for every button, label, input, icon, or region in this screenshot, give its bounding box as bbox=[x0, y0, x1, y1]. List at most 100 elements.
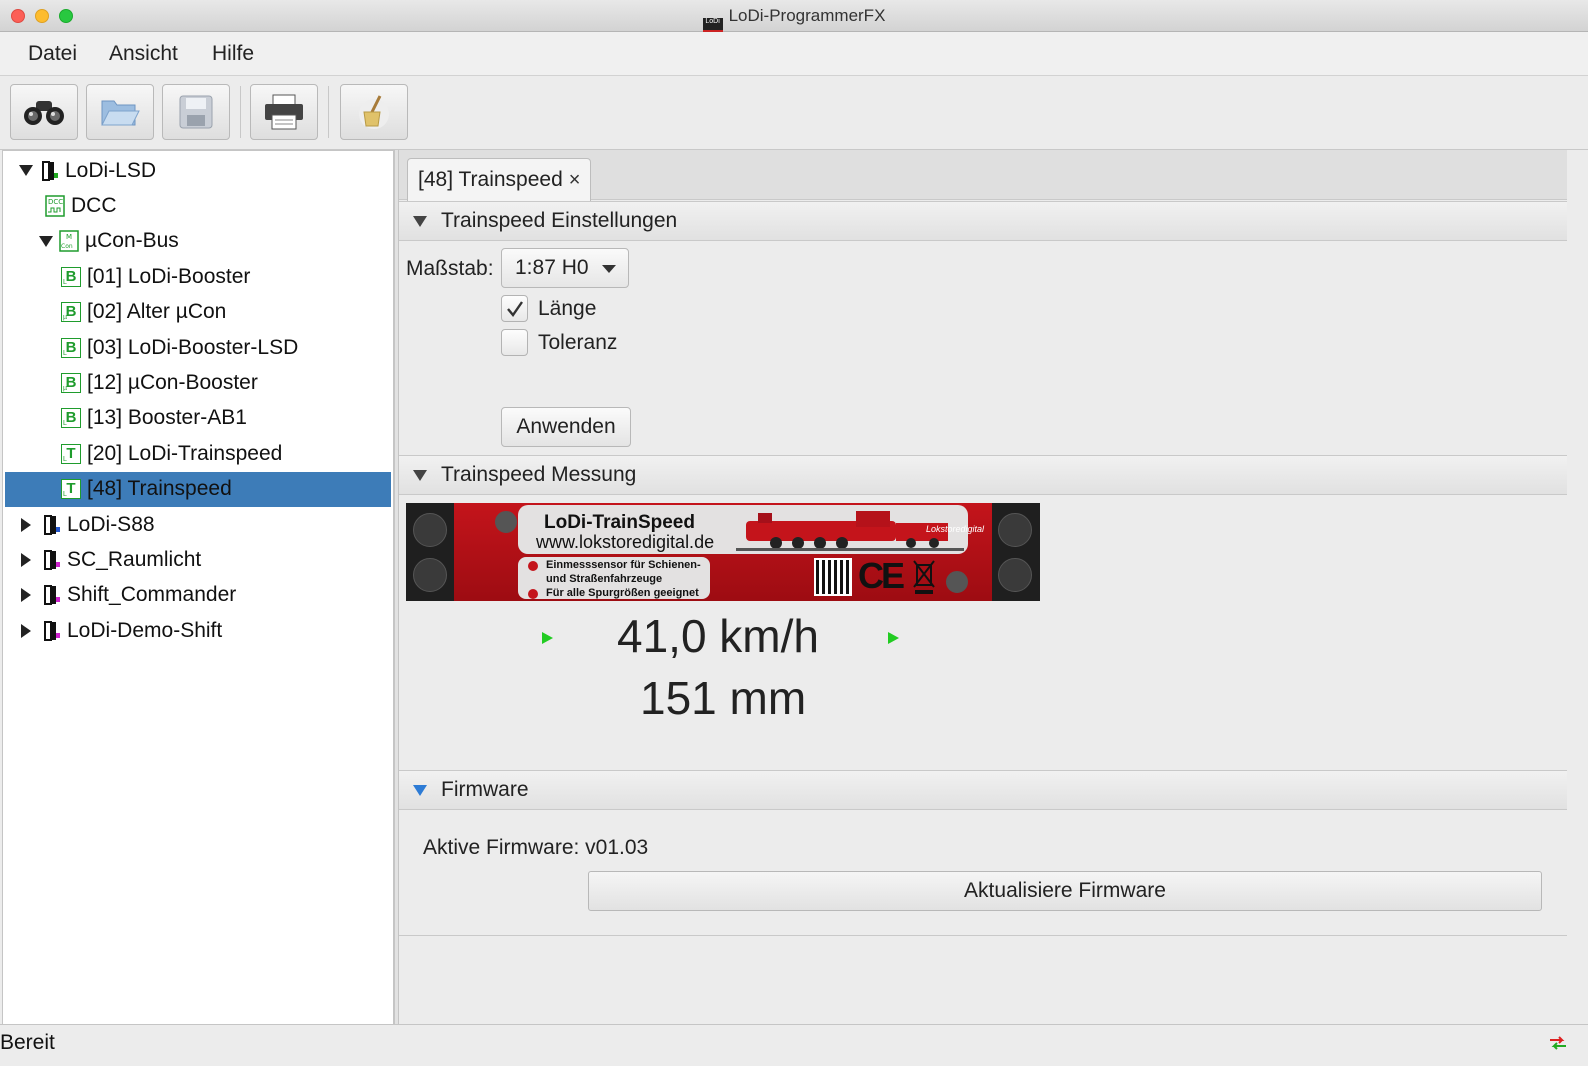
collapse-arrow-icon bbox=[413, 215, 427, 227]
device-tree[interactable]: LoDi-LSD DCC DCC M Con µCon-Bus B L [01] LoDi-Bo… bbox=[2, 150, 394, 1036]
tree-item-label: LoDi-Demo-Shift bbox=[67, 618, 223, 642]
menu-bar: Datei Ansicht Hilfe bbox=[0, 32, 1588, 76]
settings-section-header[interactable]: Trainspeed Einstellungen bbox=[399, 201, 1567, 241]
qr-code-icon bbox=[814, 558, 852, 596]
tree-item-label: [12] µCon-Booster bbox=[87, 370, 258, 394]
length-checkbox[interactable] bbox=[501, 295, 528, 322]
toolbar bbox=[0, 76, 1588, 150]
device-icon bbox=[42, 160, 58, 181]
tab-label: [48] Trainspeed bbox=[418, 168, 563, 191]
tree-item[interactable]: LoDi-Demo-Shift bbox=[5, 613, 391, 648]
tree-item[interactable]: Bµ [02] Alter µCon bbox=[5, 295, 391, 330]
device-icon bbox=[44, 514, 60, 535]
tree-item[interactable]: T L [48] Trainspeed bbox=[5, 471, 391, 507]
tab-close-icon[interactable]: × bbox=[569, 169, 581, 192]
tree-item[interactable]: Bµ [12] µCon-Booster bbox=[5, 365, 391, 400]
binoculars-icon bbox=[24, 101, 64, 125]
clear-button[interactable] bbox=[340, 84, 408, 140]
connection-arrows-icon bbox=[1550, 1036, 1566, 1050]
banner-url: www.lokstoredigital.de bbox=[536, 532, 715, 552]
tree-item[interactable]: Shift_Commander bbox=[5, 578, 391, 613]
ce-mark: CE bbox=[858, 555, 905, 596]
svg-text:Con: Con bbox=[61, 243, 73, 250]
measurement-header-label: Trainspeed Messung bbox=[441, 463, 637, 486]
banner-led bbox=[495, 511, 517, 533]
firmware-section-header[interactable]: Firmware bbox=[399, 770, 1567, 810]
weee-bin-icon bbox=[913, 560, 935, 594]
menu-hilfe[interactable]: Hilfe bbox=[212, 42, 254, 66]
tree-item[interactable]: M Con µCon-Bus bbox=[5, 224, 391, 259]
print-button[interactable] bbox=[250, 84, 318, 140]
banner-line-3: Für alle Spurgrößen geeignet bbox=[546, 587, 699, 599]
banner-led bbox=[946, 571, 968, 593]
booster-icon: BL bbox=[61, 408, 81, 429]
tab-bar: [48] Trainspeed × bbox=[399, 150, 1567, 201]
tab-trainspeed[interactable]: [48] Trainspeed × bbox=[407, 158, 592, 201]
device-icon bbox=[44, 620, 60, 641]
scale-label: Maßstab: bbox=[406, 257, 494, 280]
banner-hole bbox=[413, 558, 447, 592]
tree-item[interactable]: LoDi-LSD bbox=[5, 153, 391, 188]
apply-button[interactable]: Anwenden bbox=[501, 407, 631, 447]
tree-item[interactable]: T L [20] LoDi-Trainspeed bbox=[5, 436, 391, 471]
save-file-button[interactable] bbox=[162, 84, 230, 140]
tree-item-label: Shift_Commander bbox=[67, 583, 237, 607]
collapsed-triangle-icon[interactable] bbox=[21, 588, 31, 603]
measurement-section-header[interactable]: Trainspeed Messung bbox=[399, 455, 1567, 495]
tree-item-label: µCon-Bus bbox=[85, 229, 179, 253]
tree-item[interactable]: LoDi-S88 bbox=[5, 507, 391, 542]
banner-line-2: und Straßenfahrzeuge bbox=[546, 573, 663, 585]
tree-item[interactable]: B L [03] LoDi-Booster-LSD bbox=[5, 330, 391, 365]
broom-icon bbox=[359, 95, 389, 129]
tree-item-label: SC_Raumlicht bbox=[67, 547, 202, 571]
firmware-section-body: Aktive Firmware: v01.03 Aktualisiere Fir… bbox=[399, 810, 1567, 936]
collapse-arrow-icon bbox=[413, 784, 427, 796]
open-file-button[interactable] bbox=[86, 84, 154, 140]
status-bar: Bereit bbox=[0, 1024, 1588, 1066]
update-firmware-button[interactable]: Aktualisiere Firmware bbox=[588, 871, 1542, 911]
toolbar-separator bbox=[240, 86, 241, 138]
chevron-down-icon bbox=[602, 265, 616, 273]
trainspeed-icon: TL bbox=[61, 443, 81, 464]
menu-ansicht[interactable]: Ansicht bbox=[109, 42, 178, 66]
tree-item[interactable]: DCC DCC bbox=[5, 188, 391, 223]
tree-item[interactable]: B L [13] Booster-AB1 bbox=[5, 401, 391, 436]
detail-panel: [48] Trainspeed × Trainspeed Einstellung… bbox=[399, 150, 1567, 1024]
tree-item-label: [13] Booster-AB1 bbox=[87, 406, 247, 430]
tree-item[interactable]: SC_Raumlicht bbox=[5, 542, 391, 577]
settings-section-body: Maßstab: 1:87 H0 Länge Toleranz Anwenden bbox=[399, 241, 1567, 455]
firmware-header-label: Firmware bbox=[441, 778, 529, 801]
length-label: Länge bbox=[538, 297, 597, 320]
dcc-icon: DCC bbox=[45, 195, 65, 217]
tree-item-label: LoDi-LSD bbox=[65, 158, 157, 182]
locomotive-brand: Lokstoredigital bbox=[926, 524, 985, 534]
folder-open-icon bbox=[101, 100, 140, 126]
window-title-wrap: LoDi LoDi-ProgrammerFX bbox=[0, 6, 1588, 34]
expanded-triangle-icon[interactable] bbox=[39, 235, 53, 247]
status-text: Bereit bbox=[0, 1031, 55, 1054]
collapsed-triangle-icon[interactable] bbox=[21, 517, 31, 532]
device-icon bbox=[44, 585, 60, 606]
checkmark-icon bbox=[506, 300, 523, 317]
menu-datei[interactable]: Datei bbox=[28, 42, 77, 66]
tolerance-checkbox[interactable] bbox=[501, 329, 528, 356]
direction-arrow-left-icon bbox=[542, 632, 553, 644]
tree-item[interactable]: B L [01] LoDi-Booster bbox=[5, 259, 391, 294]
expanded-triangle-icon[interactable] bbox=[19, 165, 33, 176]
svg-text:M: M bbox=[66, 233, 72, 241]
collapsed-triangle-icon[interactable] bbox=[21, 552, 31, 567]
device-icon bbox=[44, 549, 60, 570]
tree-item-label: [20] LoDi-Trainspeed bbox=[87, 441, 283, 465]
ucon-bus-icon: M Con bbox=[59, 230, 79, 253]
banner-line-1: Einmesssensor für Schienen- bbox=[546, 559, 701, 571]
toolbar-separator bbox=[328, 86, 329, 138]
bullet-icon bbox=[528, 561, 538, 571]
scale-combobox[interactable]: 1:87 H0 bbox=[501, 248, 629, 288]
direction-arrow-right-icon bbox=[888, 632, 899, 644]
bullet-icon bbox=[528, 589, 538, 599]
search-devices-button[interactable] bbox=[10, 84, 78, 140]
speed-value: 41,0 km/h bbox=[617, 610, 819, 662]
trainspeed-icon: TL bbox=[61, 479, 81, 500]
collapsed-triangle-icon[interactable] bbox=[21, 623, 31, 638]
tree-item-label: [02] Alter µCon bbox=[87, 300, 227, 324]
